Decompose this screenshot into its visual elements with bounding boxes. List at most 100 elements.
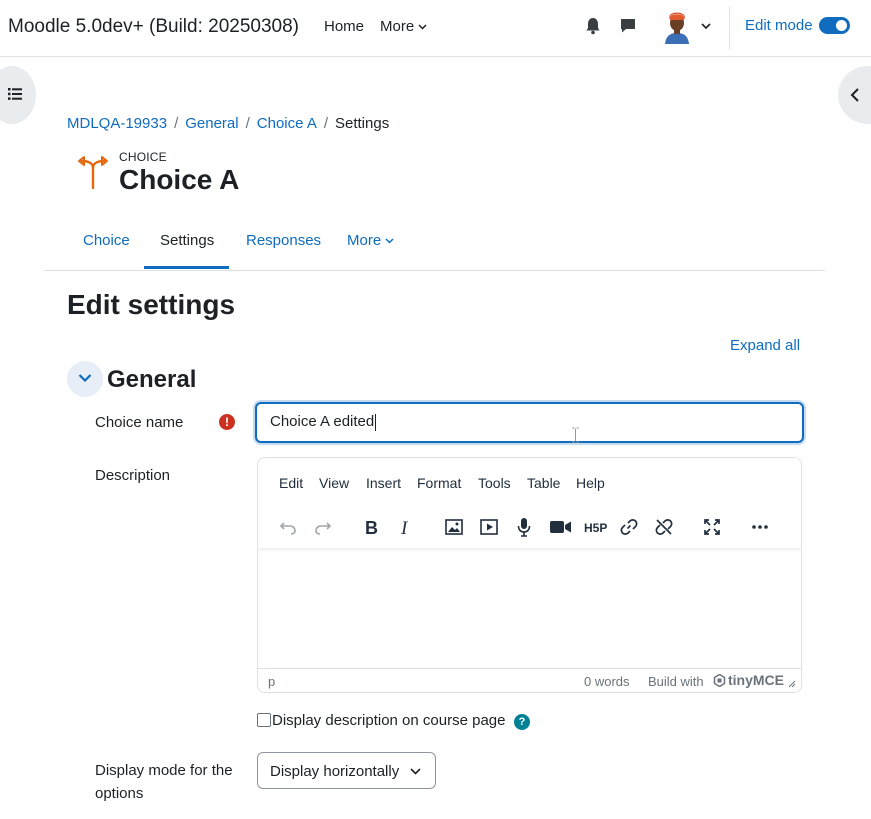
chevron-down-icon xyxy=(385,238,394,244)
italic-button[interactable]: I xyxy=(392,513,420,541)
text-caret xyxy=(375,413,377,431)
editor-statusbar: p 0 words Build with tinyMCE xyxy=(258,668,801,692)
resize-handle-icon[interactable] xyxy=(788,680,796,688)
bold-icon: B xyxy=(365,518,378,537)
description-editor: Edit View Insert Format Tools Table Help… xyxy=(257,457,802,693)
nav-more-label: More xyxy=(380,18,415,35)
nav-more-menu[interactable]: More xyxy=(380,18,427,35)
display-description-checkbox[interactable] xyxy=(257,713,271,727)
image-icon xyxy=(445,519,463,535)
choice-name-label: Choice name xyxy=(95,414,184,431)
display-mode-value: Display horizontally xyxy=(270,763,400,780)
breadcrumb-activity-link[interactable]: Choice A xyxy=(257,115,317,132)
h5p-icon: H5P xyxy=(584,521,607,535)
expand-all-link[interactable]: Expand all xyxy=(730,337,800,354)
link-icon xyxy=(620,519,638,535)
edit-mode-toggle[interactable] xyxy=(819,17,850,34)
svg-text:B: B xyxy=(365,518,378,537)
media-icon xyxy=(480,519,498,535)
site-name[interactable]: Moodle 5.0dev+ (Build: 20250308) xyxy=(8,16,299,38)
media-button[interactable] xyxy=(475,513,503,541)
word-count[interactable]: 0 words xyxy=(584,674,630,689)
unlink-icon xyxy=(655,519,673,535)
unlink-button[interactable] xyxy=(650,513,678,541)
list-icon xyxy=(8,88,22,100)
element-path[interactable]: p xyxy=(268,674,275,689)
tinymce-brand-label: tinyMCE xyxy=(728,672,784,688)
undo-icon xyxy=(279,522,296,535)
module-type-label: CHOICE xyxy=(119,150,167,164)
video-icon xyxy=(550,521,571,533)
breadcrumb-current: Settings xyxy=(335,115,390,132)
help-icon[interactable]: ? xyxy=(514,714,530,730)
editor-menu-table[interactable]: Table xyxy=(527,475,560,491)
display-description-label[interactable]: Display description on course page xyxy=(272,712,505,729)
svg-text:I: I xyxy=(400,518,409,537)
editor-menu-insert[interactable]: Insert xyxy=(366,475,401,491)
italic-icon: I xyxy=(400,518,409,537)
user-avatar[interactable] xyxy=(660,8,694,44)
user-menu-chevron-icon[interactable] xyxy=(700,20,712,32)
display-mode-select[interactable]: Display horizontally xyxy=(257,752,436,789)
editor-menu-edit[interactable]: Edit xyxy=(279,475,303,491)
section-collapse-button[interactable] xyxy=(67,361,103,397)
build-with-label: Build with xyxy=(648,674,704,689)
chevron-left-icon xyxy=(850,88,859,102)
top-navbar: Moodle 5.0dev+ (Build: 20250308) Home Mo… xyxy=(0,0,871,57)
choice-activity-icon xyxy=(78,156,108,189)
breadcrumb-course-link[interactable]: MDLQA-19933 xyxy=(67,115,167,132)
page-title: Choice A xyxy=(119,164,240,195)
tab-more[interactable]: More xyxy=(347,232,394,249)
record-audio-button[interactable] xyxy=(510,513,538,541)
messages-icon[interactable] xyxy=(619,17,637,35)
editor-menu-format[interactable]: Format xyxy=(417,475,461,491)
active-tab-indicator xyxy=(144,266,229,269)
bold-button[interactable]: B xyxy=(357,513,385,541)
more-tools-button[interactable] xyxy=(746,513,774,541)
microphone-icon xyxy=(517,518,531,537)
breadcrumb: MDLQA-19933 / General / Choice A / Settings xyxy=(67,115,389,132)
link-button[interactable] xyxy=(615,513,643,541)
fullscreen-button[interactable] xyxy=(698,513,726,541)
tab-settings[interactable]: Settings xyxy=(160,232,214,249)
redo-button[interactable] xyxy=(309,513,337,541)
h5p-button[interactable]: H5P xyxy=(580,513,608,541)
tab-choice[interactable]: Choice xyxy=(83,232,130,249)
record-video-button[interactable] xyxy=(545,513,573,541)
breadcrumb-separator: / xyxy=(174,115,179,132)
tinymce-logo-icon xyxy=(713,673,726,688)
choice-name-input[interactable]: Choice A edited xyxy=(255,402,804,443)
course-index-drawer-toggle[interactable] xyxy=(0,66,36,124)
breadcrumb-section-link[interactable]: General xyxy=(185,115,238,132)
tab-responses[interactable]: Responses xyxy=(246,232,321,249)
secondary-navigation: Choice Settings Responses More xyxy=(44,218,825,271)
chevron-down-icon xyxy=(78,374,92,383)
image-button[interactable] xyxy=(440,513,468,541)
chevron-down-icon xyxy=(418,24,427,30)
svg-text:H5P: H5P xyxy=(584,521,607,535)
editor-content-area[interactable] xyxy=(258,548,801,668)
editor-menu-view[interactable]: View xyxy=(319,475,349,491)
section-title-general: General xyxy=(107,366,197,393)
breadcrumb-separator: / xyxy=(323,115,328,132)
tinymce-logo[interactable]: tinyMCE xyxy=(713,672,784,688)
text-cursor-icon xyxy=(572,427,579,443)
display-mode-label: Display mode for the options xyxy=(95,762,233,802)
block-drawer-toggle[interactable] xyxy=(838,66,871,124)
fullscreen-icon xyxy=(704,519,720,535)
tab-more-label: More xyxy=(347,232,382,249)
notifications-bell-icon[interactable] xyxy=(584,16,602,36)
description-label: Description xyxy=(95,467,171,484)
chevron-down-icon xyxy=(410,768,421,775)
required-icon: ! xyxy=(219,414,235,430)
nav-home-link[interactable]: Home xyxy=(324,18,364,35)
editor-menubar: Edit View Insert Format Tools Table Help xyxy=(258,458,801,506)
breadcrumb-separator: / xyxy=(245,115,250,132)
editor-menu-tools[interactable]: Tools xyxy=(478,475,511,491)
navbar-divider xyxy=(729,6,730,50)
editor-menu-help[interactable]: Help xyxy=(576,475,605,491)
more-icon xyxy=(752,525,768,529)
undo-button[interactable] xyxy=(274,513,302,541)
redo-icon xyxy=(315,522,332,535)
edit-mode-label: Edit mode xyxy=(745,17,813,34)
